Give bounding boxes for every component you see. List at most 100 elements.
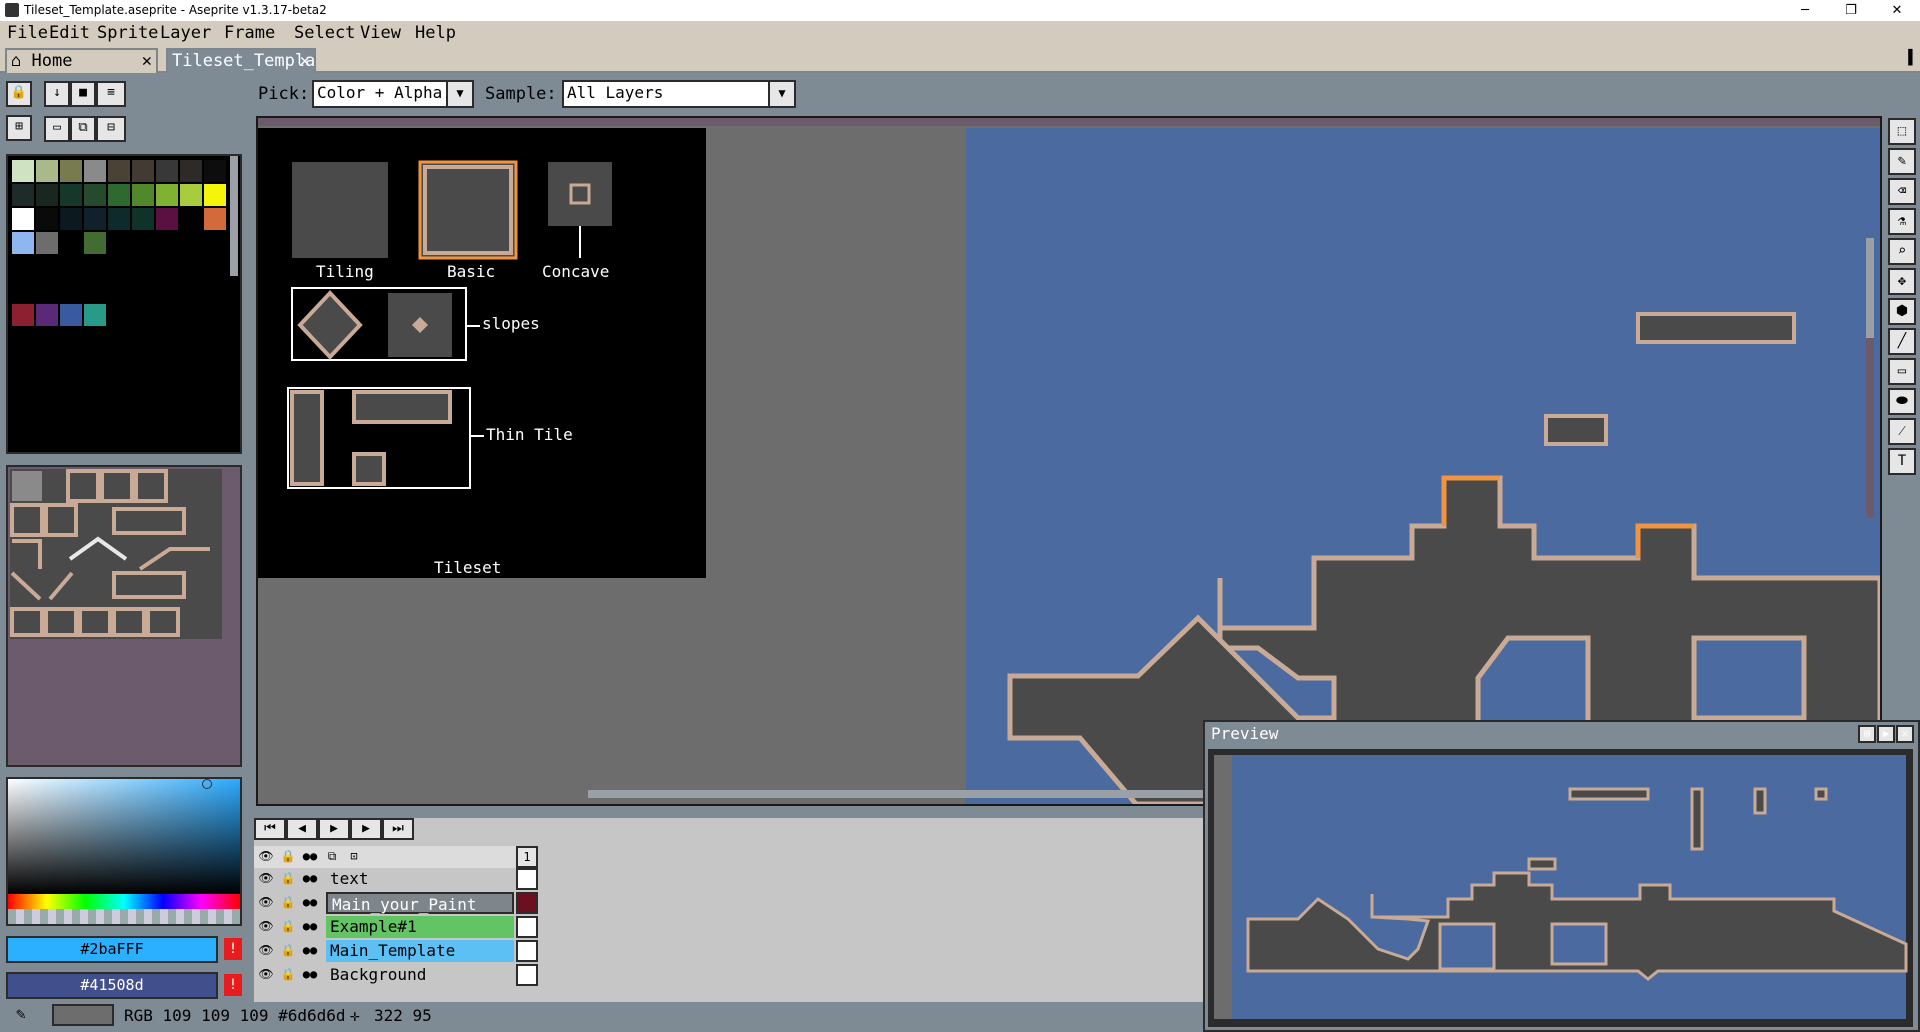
- foreground-color-button[interactable]: #2baFFF: [6, 936, 218, 963]
- layer-row[interactable]: 👁 🔒 ●● Main_Template: [254, 940, 538, 962]
- palette-swatch[interactable]: [132, 208, 154, 230]
- palette-swatch[interactable]: [204, 184, 226, 206]
- palette-swatch[interactable]: [156, 208, 178, 230]
- tab-tileset-close-icon[interactable]: ✕: [300, 51, 310, 71]
- lock-icon[interactable]: 🔒: [278, 846, 298, 866]
- tilemap-pixels-icon[interactable]: ▭: [44, 116, 70, 142]
- menu-edit[interactable]: Edit: [49, 23, 90, 43]
- palette-swatch[interactable]: [84, 184, 106, 206]
- palette-swatch[interactable]: [84, 160, 106, 182]
- visibility-icon[interactable]: 👁: [256, 868, 276, 888]
- palette-swatch[interactable]: [180, 184, 202, 206]
- palette-swatch[interactable]: [108, 208, 130, 230]
- continuous-icon[interactable]: ●●: [300, 868, 320, 888]
- palette-swatch[interactable]: [36, 232, 58, 254]
- rectangle-icon[interactable]: ▭: [1888, 358, 1916, 385]
- saturation-value-field[interactable]: [8, 779, 240, 894]
- layer-name[interactable]: Main_your_Paint: [326, 892, 514, 914]
- palette-swatch[interactable]: [36, 160, 58, 182]
- hue-slider[interactable]: [8, 894, 240, 909]
- visibility-icon[interactable]: 👁: [256, 940, 276, 960]
- close-window-button[interactable]: ✕: [1874, 0, 1920, 21]
- layer-cel[interactable]: [516, 868, 538, 890]
- contour-icon[interactable]: ⬬: [1888, 388, 1916, 415]
- palette-swatch[interactable]: [60, 208, 82, 230]
- palette-scrollbar[interactable]: [230, 156, 238, 276]
- last-frame-icon[interactable]: ⏭: [382, 818, 414, 840]
- palette-swatch[interactable]: [12, 232, 34, 254]
- lock-icon[interactable]: 🔒: [278, 964, 298, 984]
- palette-swatch[interactable]: [60, 184, 82, 206]
- palette-swatch[interactable]: [60, 304, 82, 326]
- continuous-icon[interactable]: ●●: [300, 964, 320, 984]
- menu-file[interactable]: File: [7, 23, 48, 43]
- sprite-canvas[interactable]: Tiling Basic Concave slopes Thin Tile Ti…: [256, 116, 1882, 806]
- menu-select[interactable]: Select: [294, 23, 355, 43]
- layer-cel[interactable]: [516, 916, 538, 938]
- layer-cel[interactable]: [516, 940, 538, 962]
- first-frame-icon[interactable]: ⏮: [254, 818, 286, 840]
- layer-row[interactable]: 👁 🔒 ●● Example#1: [254, 916, 538, 938]
- sample-dropdown[interactable]: All Layers ▼: [562, 80, 796, 108]
- move-icon[interactable]: ✥: [1888, 268, 1916, 295]
- background-color-button[interactable]: #41508d: [6, 972, 218, 999]
- palette-options-icon[interactable]: ≡: [96, 81, 126, 107]
- palette-swatch[interactable]: [12, 184, 34, 206]
- visibility-icon[interactable]: 👁: [256, 916, 276, 936]
- palette-swatch[interactable]: [180, 208, 202, 230]
- palette-swatch[interactable]: [204, 208, 226, 230]
- palette-swatch[interactable]: [60, 160, 82, 182]
- tileset-mode-icon[interactable]: ⊞: [6, 115, 32, 141]
- palette-swatch[interactable]: [132, 184, 154, 206]
- menu-view[interactable]: View: [360, 23, 401, 43]
- tab-tileset-template[interactable]: Tileset_Templa ✕: [166, 48, 316, 73]
- color-picker-panel[interactable]: [6, 777, 242, 926]
- frame-header[interactable]: 1: [516, 846, 538, 868]
- rectangular-marquee-icon[interactable]: ⬚: [1888, 118, 1916, 145]
- continuous-icon[interactable]: ●●: [300, 892, 320, 912]
- chevron-down-icon[interactable]: ▼: [446, 80, 474, 108]
- minimize-button[interactable]: ─: [1782, 0, 1828, 21]
- palette-swatch[interactable]: [36, 208, 58, 230]
- preview-play-icon[interactable]: ▶: [1877, 725, 1895, 743]
- preview-window[interactable]: Preview ⊞ ▶ ✕: [1203, 720, 1920, 1032]
- sprite-editor[interactable]: [258, 118, 1880, 804]
- play-icon[interactable]: ▶: [318, 818, 350, 840]
- palette-swatch[interactable]: [36, 184, 58, 206]
- preview-close-icon[interactable]: ✕: [1896, 725, 1914, 743]
- maximize-button[interactable]: ❐: [1828, 0, 1874, 21]
- palette-swatch[interactable]: [84, 208, 106, 230]
- palette-swatch[interactable]: [204, 160, 226, 182]
- menu-frame[interactable]: Frame: [224, 23, 275, 43]
- palette-swatch[interactable]: [132, 160, 154, 182]
- palette-swatch[interactable]: [156, 184, 178, 206]
- palette-swatch[interactable]: [180, 160, 202, 182]
- save-palette-icon[interactable]: ■: [70, 81, 96, 107]
- zoom-icon[interactable]: ⌕: [1888, 238, 1916, 265]
- tilemap-tiles-icon[interactable]: ⧉: [70, 116, 96, 142]
- palette-swatch[interactable]: [60, 232, 82, 254]
- tab-home-close-icon[interactable]: ✕: [142, 51, 152, 71]
- palette-swatch[interactable]: [12, 208, 34, 230]
- lock-icon[interactable]: 🔒: [278, 916, 298, 936]
- menu-help[interactable]: Help: [415, 23, 456, 43]
- lock-icon[interactable]: 🔒: [6, 81, 32, 107]
- layer-name[interactable]: Main_Template: [326, 940, 514, 962]
- pick-dropdown[interactable]: Color + Alpha ▼: [312, 80, 474, 108]
- layer-cel[interactable]: [516, 964, 538, 986]
- eraser-icon[interactable]: ⌫: [1888, 178, 1916, 205]
- previous-frame-icon[interactable]: ◀: [286, 818, 318, 840]
- palette-swatch[interactable]: [12, 304, 34, 326]
- tilemap-lock-icon[interactable]: ⊟: [96, 116, 126, 142]
- blur-icon[interactable]: ⁄: [1888, 418, 1916, 445]
- visibility-icon[interactable]: 👁: [256, 846, 276, 866]
- visibility-icon[interactable]: 👁: [256, 964, 276, 984]
- tab-home[interactable]: ⌂ Home ✕: [5, 48, 158, 73]
- layer-row[interactable]: 👁 🔒 ●● Background: [254, 964, 538, 986]
- paint-bucket-icon[interactable]: ⬢: [1888, 298, 1916, 325]
- menu-layer[interactable]: Layer: [160, 23, 211, 43]
- preview-canvas[interactable]: [1208, 749, 1913, 1027]
- visibility-icon[interactable]: 👁: [256, 892, 276, 912]
- line-icon[interactable]: ╱: [1888, 328, 1916, 355]
- text-icon[interactable]: T: [1888, 448, 1916, 475]
